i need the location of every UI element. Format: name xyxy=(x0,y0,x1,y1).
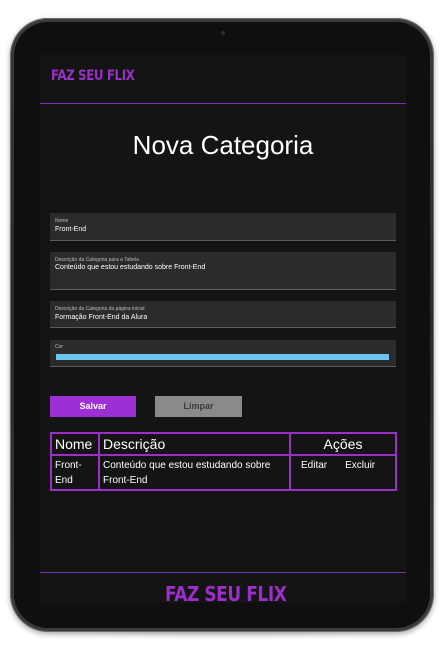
app-header: FAZ SEU FLIX xyxy=(40,55,406,104)
categories-table: Nome Descrição Ações Front-End Conteúdo … xyxy=(50,432,397,491)
home-description-value[interactable]: Formação Front-End da Alura xyxy=(55,314,147,321)
page-title: Nova Categoria xyxy=(132,130,314,160)
table-row: Front-End Conteúdo que estou estudando s… xyxy=(50,454,397,491)
color-field[interactable]: Cor xyxy=(50,340,396,367)
app-footer: FAZ SEU FLIX xyxy=(40,572,406,603)
table-description-value[interactable]: Conteúdo que estou estudando sobre Front… xyxy=(55,264,205,271)
clear-button[interactable]: Limpar xyxy=(155,396,242,417)
save-button[interactable]: Salvar xyxy=(50,396,136,417)
row-name: Front-End xyxy=(50,454,100,491)
home-description-field[interactable]: Descrição da Categoria da página inicial… xyxy=(50,301,396,328)
color-field-label: Cor xyxy=(55,344,64,350)
header-logo[interactable]: FAZ SEU FLIX xyxy=(51,68,135,84)
app-screen: FAZ SEU FLIX Nova Categoria Nome Front-E… xyxy=(40,55,406,603)
table-description-label: Descrição da Categoria para a Tabela xyxy=(55,257,139,263)
name-field-label: Nome xyxy=(55,218,69,224)
color-swatch[interactable] xyxy=(56,354,389,360)
name-field-value[interactable]: Front-End xyxy=(55,226,86,233)
home-description-label: Descrição da Categoria da página inicial xyxy=(55,306,145,312)
row-description: Conteúdo que estou estudando sobre Front… xyxy=(98,454,291,491)
camera-icon xyxy=(221,31,225,35)
header-descricao: Descrição xyxy=(98,432,291,456)
header-nome: Nome xyxy=(50,432,100,456)
name-field[interactable]: Nome Front-End xyxy=(50,213,396,241)
table-description-field[interactable]: Descrição da Categoria para a Tabela Con… xyxy=(50,252,396,290)
edit-button[interactable]: Editar xyxy=(301,460,327,471)
header-acoes: Ações xyxy=(289,432,397,456)
delete-button[interactable]: Excluir xyxy=(345,460,375,471)
row-actions: Editar Excluir xyxy=(289,454,397,491)
table-header-row: Nome Descrição Ações xyxy=(50,432,397,456)
footer-logo[interactable]: FAZ SEU FLIX xyxy=(165,582,287,603)
